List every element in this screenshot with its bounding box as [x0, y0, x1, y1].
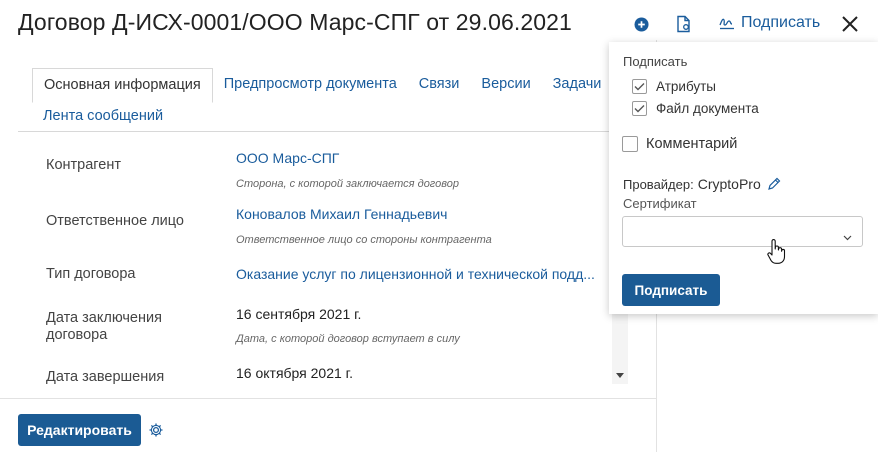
provider-label: Провайдер: [623, 176, 694, 192]
pencil-icon[interactable] [767, 177, 781, 191]
attributes-checkbox[interactable]: Атрибуты [632, 79, 716, 94]
field-label: Дата завершения [46, 369, 165, 384]
tab-messages[interactable]: Лента сообщений [32, 100, 174, 133]
field-hint: Сторона, с которой заключается договор [236, 178, 459, 190]
edit-button[interactable]: Редактировать [18, 414, 141, 446]
document-file-label: Файл документа [656, 101, 759, 116]
scroll-down-arrow-icon[interactable] [616, 373, 624, 378]
document-settings-icon[interactable] [674, 14, 694, 34]
certificate-select[interactable] [622, 216, 863, 247]
comment-label: Комментарий [646, 136, 738, 152]
tab-versions[interactable]: Версии [470, 68, 541, 103]
tab-preview[interactable]: Предпросмотр документа [213, 68, 408, 103]
close-icon[interactable] [838, 12, 862, 36]
field-hint: Дата, с которой договор вступает в силу [236, 333, 460, 345]
sign-popup: Подписать Атрибуты Файл документа Коммен… [609, 42, 878, 314]
sign-submit-button[interactable]: Подписать [622, 274, 720, 306]
checkbox-empty-icon [622, 136, 638, 152]
signature-icon [719, 16, 735, 30]
attributes-label: Атрибуты [656, 79, 717, 94]
contract-type-link[interactable]: Оказание услуг по лицензионной и техниче… [236, 266, 595, 283]
gear-icon[interactable] [148, 422, 164, 438]
field-hint: Ответственное лицо со стороны контрагент… [236, 234, 492, 246]
sign-header-label: Подписать [741, 14, 821, 31]
field-label: Дата заключения договора [46, 310, 162, 343]
comment-checkbox[interactable]: Комментарий [622, 136, 737, 152]
certificate-label: Сертификат [623, 196, 697, 211]
chevron-down-icon [843, 228, 852, 246]
page-title: Договор Д-ИСХ-0001/ООО Марс-СПГ от 29.06… [18, 9, 572, 35]
conclusion-date-value: 16 сентября 2021 г. [236, 306, 362, 322]
plus-circle-icon[interactable] [631, 14, 651, 34]
footer-divider [0, 398, 656, 399]
tab-links[interactable]: Связи [408, 68, 471, 103]
hand-cursor-icon [766, 238, 786, 266]
tab-tasks[interactable]: Задачи [542, 68, 613, 103]
field-label: Тип договора [46, 266, 136, 282]
field-list: Контрагент ООО Марс-СПГ Сторона, с котор… [18, 132, 630, 384]
counterparty-link[interactable]: ООО Марс-СПГ [236, 150, 339, 167]
responsible-person-link[interactable]: Коновалов Михаил Геннадьевич [236, 206, 447, 223]
checkbox-checked-icon [632, 79, 647, 94]
sign-header-button[interactable]: Подписать [719, 14, 820, 32]
provider-row: Провайдер: CryptoPro [623, 176, 781, 192]
tab-bar: Основная информация Предпросмотр докумен… [32, 68, 612, 103]
document-file-checkbox[interactable]: Файл документа [632, 101, 759, 116]
sign-popup-title: Подписать [623, 54, 688, 69]
provider-name: CryptoPro [697, 176, 761, 192]
end-date-value: 16 октября 2021 г. [236, 365, 353, 381]
field-label: Контрагент [46, 157, 121, 173]
tab-main-info[interactable]: Основная информация [32, 68, 213, 103]
field-label: Ответственное лицо [46, 213, 184, 229]
checkbox-checked-icon [632, 101, 647, 116]
